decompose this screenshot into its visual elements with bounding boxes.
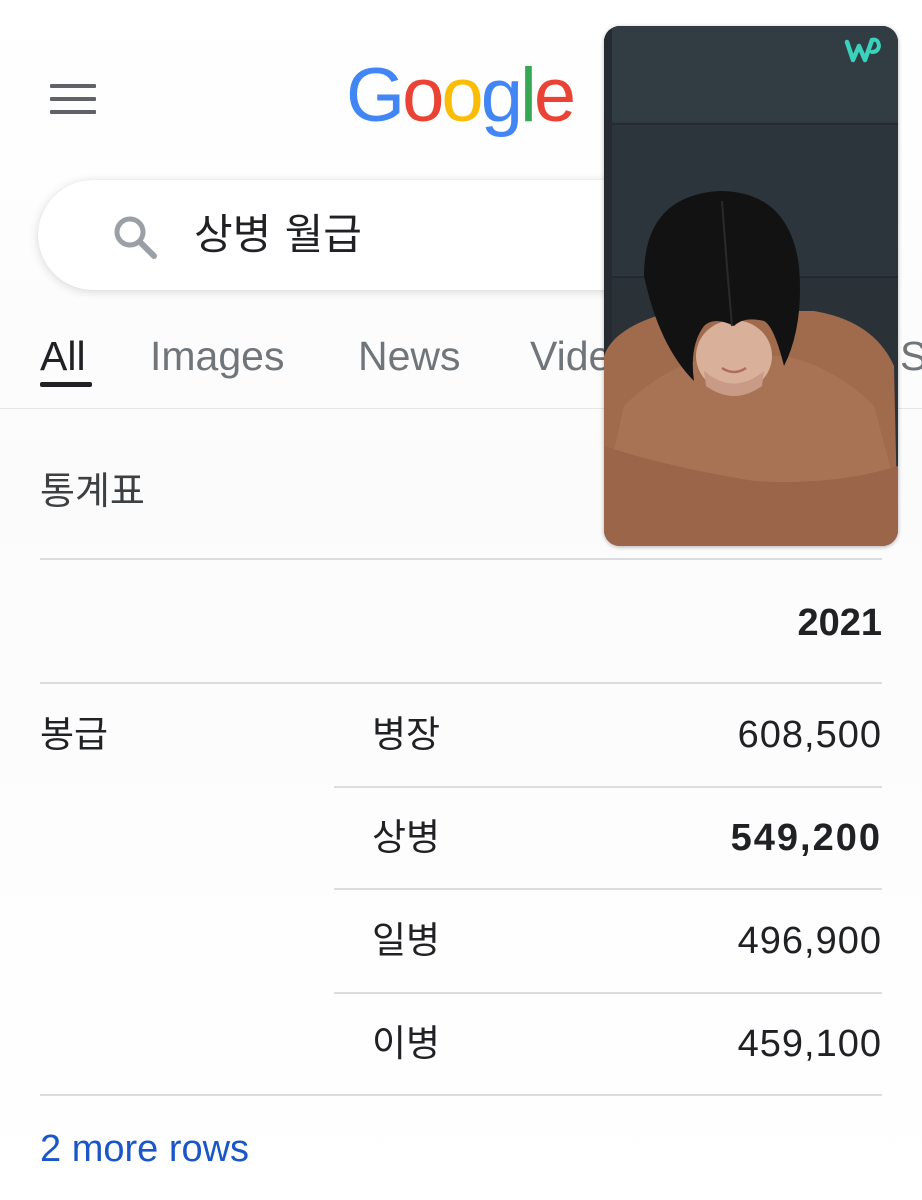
tab-videos[interactable]: Vide — [530, 332, 611, 380]
rank-label: 병장 — [372, 713, 441, 756]
salary-amount: 608,500 — [737, 714, 882, 756]
search-query-text[interactable]: 상병 월급 — [194, 208, 362, 262]
tab-all[interactable]: All — [40, 332, 86, 380]
logo-letter: o — [441, 53, 483, 138]
salary-amount-highlighted: 549,200 — [730, 817, 882, 859]
year-column-header: 2021 — [797, 602, 882, 644]
google-search-page: Google 상병 월급 All Images News Vide S 통계표 … — [0, 0, 922, 1200]
table-row-divider — [334, 888, 882, 890]
search-box[interactable]: 상병 월급 — [38, 180, 678, 290]
active-tab-indicator — [40, 382, 92, 387]
logo-letter: G — [346, 53, 405, 138]
menu-line — [50, 110, 96, 114]
tab-news[interactable]: News — [358, 332, 461, 380]
logo-letter: o — [402, 53, 444, 138]
table-divider — [40, 558, 882, 560]
menu-line — [50, 84, 96, 88]
rank-label: 이병 — [372, 1022, 441, 1065]
table-divider — [40, 682, 882, 684]
search-icon[interactable] — [110, 212, 160, 262]
table-row-divider — [334, 786, 882, 788]
logo-letter: g — [480, 53, 523, 138]
rank-label: 일병 — [372, 919, 441, 962]
salary-amount: 496,900 — [737, 920, 882, 962]
table-divider — [40, 1094, 882, 1096]
menu-line — [50, 97, 96, 101]
tab-shopping[interactable]: S — [900, 332, 922, 380]
table-row-divider — [334, 992, 882, 994]
weverse-logo-icon — [844, 37, 882, 63]
rank-label: 상병 — [372, 816, 441, 859]
floating-video-player[interactable] — [604, 26, 898, 546]
logo-letter: e — [533, 53, 576, 138]
salary-amount: 459,100 — [737, 1023, 882, 1065]
video-frame-image — [604, 26, 898, 546]
stats-table-title: 통계표 — [40, 469, 145, 513]
logo-letter: l — [519, 53, 537, 138]
tab-images[interactable]: Images — [150, 332, 284, 380]
row-group-label: 봉급 — [40, 713, 109, 756]
hamburger-menu-icon[interactable] — [50, 84, 98, 118]
more-rows-link[interactable]: 2 more rows — [40, 1126, 249, 1172]
google-logo[interactable]: Google — [346, 58, 576, 134]
